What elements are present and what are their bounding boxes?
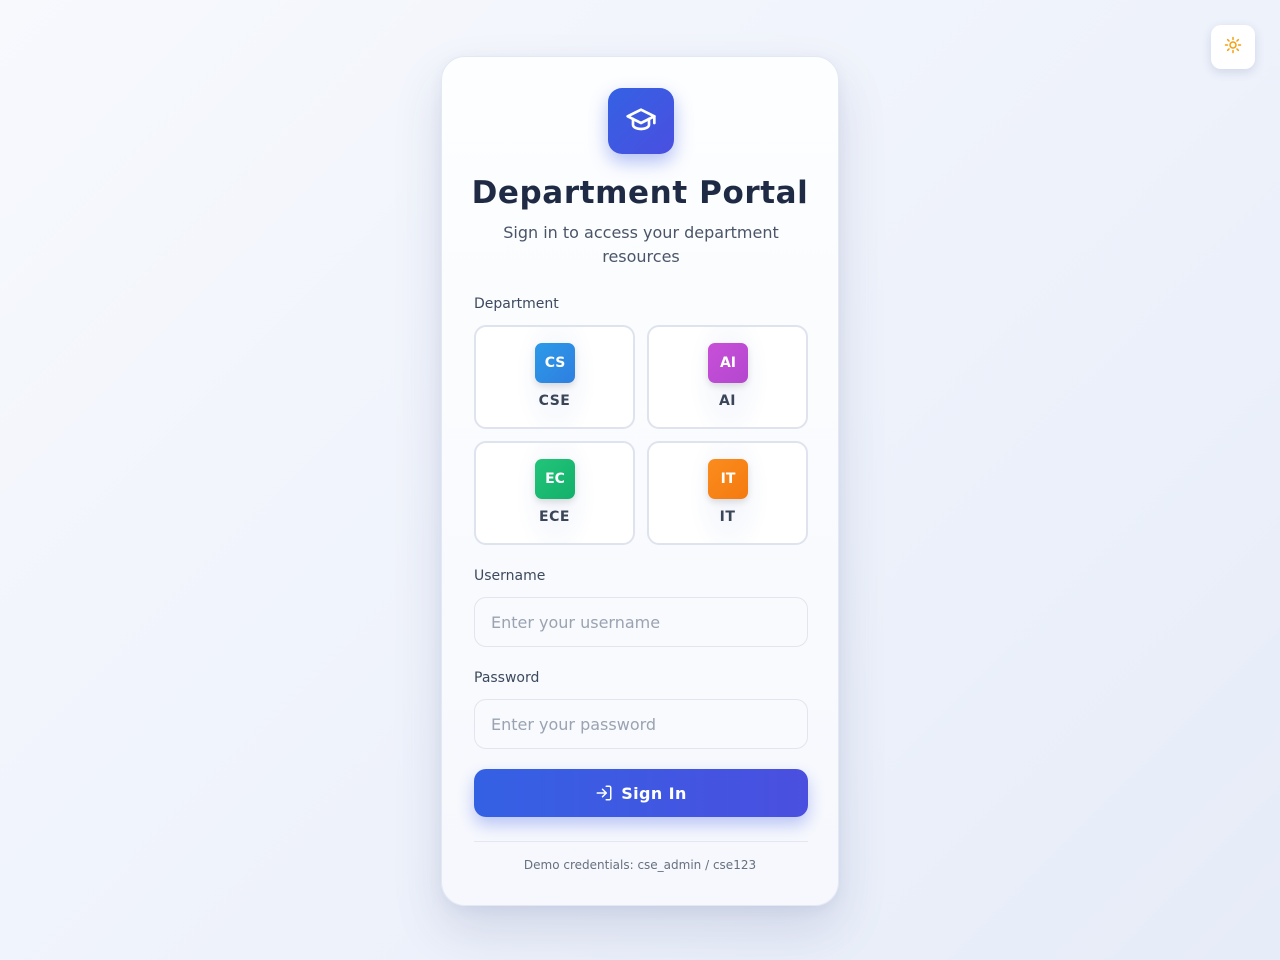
sign-in-label: Sign In bbox=[621, 783, 687, 803]
department-badge: AI bbox=[708, 343, 748, 383]
department-name: CSE bbox=[538, 393, 571, 409]
page-title: Department Portal bbox=[471, 175, 809, 211]
department-name: AI bbox=[718, 393, 737, 409]
department-option-ece[interactable]: EC ECE bbox=[474, 441, 635, 545]
department-option-cse[interactable]: CS CSE bbox=[474, 325, 635, 429]
demo-credentials-note: Demo credentials: cse_admin / cse123 bbox=[523, 858, 757, 872]
department-selector: CS CSE AI AI EC ECE IT IT bbox=[474, 325, 808, 545]
department-label: Department bbox=[474, 296, 559, 312]
department-badge: IT bbox=[708, 459, 748, 499]
username-input[interactable] bbox=[474, 597, 808, 647]
theme-toggle-button[interactable] bbox=[1211, 25, 1255, 69]
username-label: Username bbox=[474, 568, 546, 584]
graduation-cap-icon bbox=[625, 103, 657, 139]
login-card: Department Portal Sign in to access your… bbox=[441, 56, 839, 906]
department-name: IT bbox=[719, 509, 736, 525]
sign-in-button[interactable]: Sign In bbox=[474, 769, 808, 817]
password-label: Password bbox=[474, 670, 540, 686]
department-badge: CS bbox=[535, 343, 575, 383]
password-input[interactable] bbox=[474, 699, 808, 749]
department-badge: EC bbox=[535, 459, 575, 499]
department-option-it[interactable]: IT IT bbox=[647, 441, 808, 545]
department-name: ECE bbox=[539, 509, 570, 525]
department-option-ai[interactable]: AI AI bbox=[647, 325, 808, 429]
sun-icon bbox=[1224, 36, 1242, 58]
log-in-icon bbox=[595, 784, 613, 802]
page-subtitle: Sign in to access your department resour… bbox=[503, 223, 779, 266]
portal-logo bbox=[608, 88, 674, 154]
footer-divider bbox=[474, 841, 808, 842]
